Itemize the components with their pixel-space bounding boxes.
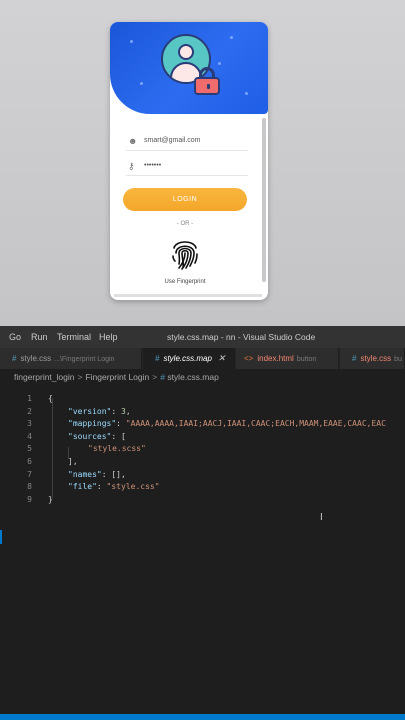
vertical-scrollbar[interactable] — [262, 118, 266, 282]
decor-dot — [140, 82, 143, 85]
close-icon[interactable]: ✕ — [218, 353, 226, 363]
code-line: 9} — [0, 486, 405, 504]
menu-terminal[interactable]: Terminal — [57, 332, 91, 342]
status-bar — [0, 714, 405, 720]
login-button[interactable]: LOGIN — [123, 188, 247, 211]
email-field[interactable]: ☻ smart@gmail.com — [126, 134, 248, 151]
password-value: ••••••• — [144, 162, 162, 169]
or-divider: - OR - — [176, 221, 194, 227]
tab-path: bu — [394, 356, 402, 363]
email-value: smart@gmail.com — [144, 137, 201, 144]
tab-index-html[interactable]: <> index.html button — [236, 348, 339, 369]
login-card: ☻ smart@gmail.com ⚷ ••••••• LOGIN - OR -… — [110, 22, 268, 300]
menu-run[interactable]: Run — [31, 332, 48, 342]
css-file-icon: # — [155, 354, 160, 363]
browser-preview: ☻ smart@gmail.com ⚷ ••••••• LOGIN - OR -… — [0, 0, 405, 326]
menu-help[interactable]: Help — [99, 332, 118, 342]
css-file-icon: # — [12, 354, 17, 363]
use-fingerprint-label: Use Fingerprint — [164, 279, 206, 285]
code-line: 8 "file": "style.css" — [0, 473, 405, 491]
tab-bar: # style.css ...\Fingerprint Login # style.c… — [0, 348, 405, 369]
card-header — [110, 22, 268, 114]
chevron-right-icon: > — [77, 372, 83, 382]
tab-path: ...\Fingerprint Login — [54, 356, 115, 363]
window-title: style.css.map - nn - Visual Studio Code — [167, 332, 316, 342]
menu-go[interactable]: Go — [9, 332, 21, 342]
decor-dot — [130, 40, 133, 43]
breadcrumb-item[interactable]: style.css.map — [167, 372, 219, 382]
tab-label: style.css.map — [163, 354, 212, 363]
css-file-icon: # — [352, 354, 357, 363]
code-line: 2 "version": 3, — [0, 398, 405, 416]
code-line: 7 "names": [], — [0, 461, 405, 479]
tab-style-css[interactable]: # style.css ...\Fingerprint Login — [0, 348, 142, 369]
breadcrumb-item[interactable]: fingerprint_login — [14, 372, 74, 382]
menu-bar: Go Run Terminal Help style.css.map - nn … — [0, 326, 405, 348]
code-line: 5 "style.scss" — [0, 435, 405, 453]
code-line: 6], — [0, 448, 405, 466]
password-field[interactable]: ⚷ ••••••• — [126, 159, 248, 176]
text-cursor-icon: I — [320, 512, 323, 523]
tab-label: style.css — [20, 354, 52, 363]
padlock-icon — [192, 67, 222, 95]
decor-dot — [218, 62, 221, 65]
chevron-right-icon: > — [152, 372, 158, 382]
line-number: 9 — [27, 494, 32, 504]
user-icon: ☻ — [128, 136, 138, 146]
code-line: 3 "mappings": "AAAA,AAAA,IAAI;AACJ,IAAI,C… — [0, 410, 405, 428]
activity-indicator — [0, 530, 2, 544]
breadcrumb-item[interactable]: Fingerprint Login — [85, 372, 149, 382]
decor-dot — [245, 92, 248, 95]
tab-path: button — [296, 356, 317, 363]
horizontal-scrollbar[interactable] — [114, 294, 262, 297]
tab-style-css-2[interactable]: # style.css bu — [340, 348, 405, 369]
vscode-window: Go Run Terminal Help style.css.map - nn … — [0, 326, 405, 720]
code-line: 4 "sources": [ — [0, 423, 405, 441]
key-icon: ⚷ — [128, 161, 135, 171]
tab-label: index.html — [257, 354, 294, 363]
tab-style-css-map[interactable]: # style.css.map ✕ — [143, 348, 235, 369]
tab-label: style.css — [360, 354, 392, 363]
html-file-icon: <> — [244, 354, 254, 363]
decor-dot — [230, 36, 233, 39]
code-line: 1{ — [0, 385, 405, 403]
fingerprint-icon[interactable] — [170, 236, 200, 270]
breadcrumb: fingerprint_login > Fingerprint Login > # st… — [14, 372, 219, 382]
